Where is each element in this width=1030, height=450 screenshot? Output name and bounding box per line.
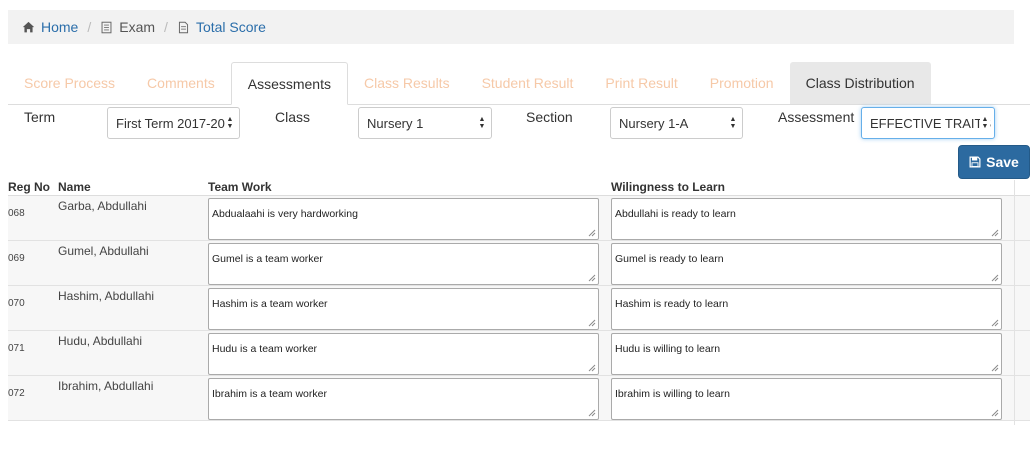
select-arrows-icon: ▲ ▼ — [225, 108, 235, 138]
section-select[interactable]: Nursery 1-A ▲ ▼ — [610, 107, 743, 139]
floppy-disk-icon — [969, 156, 981, 168]
reg-no-cell: 068 — [8, 208, 25, 219]
select-arrows-icon: ▲ ▼ — [980, 108, 990, 138]
reg-no-cell: 070 — [8, 298, 25, 309]
resize-grip-icon[interactable] — [991, 274, 999, 282]
select-arrows-icon: ▲ ▼ — [477, 108, 487, 138]
tab-print-result[interactable]: Print Result — [589, 62, 693, 104]
reg-no-cell: 069 — [8, 253, 25, 264]
tab-assessments[interactable]: Assessments — [230, 62, 348, 105]
tab-class-results[interactable]: Class Results — [348, 62, 466, 104]
table-row: 071 Hudu, Abdullahi Hudu is a team worke… — [8, 331, 1030, 376]
assessment-select-value: EFFECTIVE TRAITS — [870, 115, 992, 131]
tab-class-distribution[interactable]: Class Distribution — [789, 62, 931, 104]
willingness-text: Ibrahim is willing to learn — [615, 388, 730, 400]
document-icon — [178, 21, 188, 33]
willingness-textarea[interactable]: Ibrahim is willing to learn — [611, 378, 1002, 420]
breadcrumb-separator: / — [164, 19, 168, 35]
breadcrumb-total-score[interactable]: Total Score — [177, 19, 266, 35]
header-willingness: Wilingness to Learn — [611, 180, 725, 194]
section-select-value: Nursery 1-A — [619, 115, 689, 131]
select-arrows-icon: ▲ ▼ — [728, 108, 738, 138]
resize-grip-icon[interactable] — [588, 409, 596, 417]
resize-grip-icon[interactable] — [991, 409, 999, 417]
name-cell: Gumel, Abdullahi — [58, 244, 149, 258]
breadcrumb: Home / Exam / Total Score — [8, 10, 1014, 44]
assessment-select[interactable]: EFFECTIVE TRAITS ▲ ▼ — [861, 107, 995, 139]
document-icon — [101, 21, 112, 33]
team-work-text: Hashim is a team worker — [212, 298, 328, 310]
willingness-text: Hudu is willing to learn — [615, 343, 721, 355]
name-cell: Hashim, Abdullahi — [58, 289, 155, 303]
willingness-textarea[interactable]: Abdullahi is ready to learn — [611, 198, 1002, 240]
willingness-text: Abdullahi is ready to learn — [615, 208, 736, 220]
breadcrumb-exam[interactable]: Exam — [100, 19, 155, 35]
willingness-textarea[interactable]: Hashim is ready to learn — [611, 288, 1002, 330]
table-row: 072 Ibrahim, Abdullahi Ibrahim is a team… — [8, 376, 1030, 421]
resize-grip-icon[interactable] — [588, 364, 596, 372]
breadcrumb-separator: / — [87, 19, 92, 35]
breadcrumb-home[interactable]: Home — [22, 19, 78, 35]
class-select-value: Nursery 1 — [367, 115, 424, 131]
class-select[interactable]: Nursery 1 ▲ ▼ — [358, 107, 492, 139]
name-cell: Garba, Abdullahi — [58, 199, 147, 213]
home-icon — [22, 21, 35, 32]
willingness-text: Hashim is ready to learn — [615, 298, 729, 310]
team-work-text: Ibrahim is a team worker — [212, 388, 327, 400]
breadcrumb-exam-label[interactable]: Exam — [119, 19, 155, 35]
team-work-textarea[interactable]: Hudu is a team worker — [208, 333, 599, 375]
assessment-table: Reg No Name Team Work Wilingness to Lear… — [8, 180, 1030, 421]
willingness-textarea[interactable]: Gumel is ready to learn — [611, 243, 1002, 285]
breadcrumb-home-label[interactable]: Home — [41, 19, 78, 35]
section-label: Section — [526, 109, 573, 125]
team-work-text: Hudu is a team worker — [212, 343, 318, 355]
table-header: Reg No Name Team Work Wilingness to Lear… — [8, 180, 1030, 196]
willingness-text: Gumel is ready to learn — [615, 253, 724, 265]
term-label: Term — [24, 109, 56, 125]
tab-promotion[interactable]: Promotion — [694, 62, 790, 104]
name-cell: Hudu, Abdullahi — [58, 334, 143, 348]
breadcrumb-total-score-label[interactable]: Total Score — [196, 19, 266, 35]
team-work-text: Gumel is a team worker — [212, 253, 323, 265]
resize-grip-icon[interactable] — [991, 229, 999, 237]
save-button-label: Save — [986, 154, 1019, 170]
header-team-work: Team Work — [208, 180, 272, 194]
team-work-text: Abdualaahi is very hardworking — [212, 208, 358, 220]
resize-grip-icon[interactable] — [588, 319, 596, 327]
tab-bar: Score Process Comments Assessments Class… — [8, 62, 1030, 105]
reg-no-cell: 072 — [8, 388, 25, 399]
table-row: 068 Garba, Abdullahi Abdualaahi is very … — [8, 196, 1030, 241]
tab-comments[interactable]: Comments — [131, 62, 231, 104]
header-reg-no: Reg No — [8, 180, 50, 194]
resize-grip-icon[interactable] — [588, 274, 596, 282]
class-label: Class — [275, 109, 311, 125]
filter-bar: Term First Term 2017-20 ▲ ▼ Class Nursery… — [0, 105, 1030, 145]
tab-score-process[interactable]: Score Process — [8, 62, 131, 104]
name-cell: Ibrahim, Abdullahi — [58, 379, 154, 393]
assessment-label: Assessment — [778, 109, 855, 125]
resize-grip-icon[interactable] — [991, 319, 999, 327]
tab-student-result[interactable]: Student Result — [466, 62, 590, 104]
team-work-textarea[interactable]: Ibrahim is a team worker — [208, 378, 599, 420]
save-button[interactable]: Save — [958, 145, 1030, 179]
resize-grip-icon[interactable] — [991, 364, 999, 372]
reg-no-cell: 071 — [8, 343, 25, 354]
term-select-value: First Term 2017-20 — [116, 115, 225, 131]
willingness-textarea[interactable]: Hudu is willing to learn — [611, 333, 1002, 375]
team-work-textarea[interactable]: Abdualaahi is very hardworking — [208, 198, 599, 240]
team-work-textarea[interactable]: Gumel is a team worker — [208, 243, 599, 285]
table-right-border — [1014, 180, 1015, 425]
resize-grip-icon[interactable] — [588, 229, 596, 237]
table-row: 070 Hashim, Abdullahi Hashim is a team w… — [8, 286, 1030, 331]
term-select[interactable]: First Term 2017-20 ▲ ▼ — [107, 107, 240, 139]
team-work-textarea[interactable]: Hashim is a team worker — [208, 288, 599, 330]
table-row: 069 Gumel, Abdullahi Gumel is a team wor… — [8, 241, 1030, 286]
header-name: Name — [58, 180, 91, 194]
